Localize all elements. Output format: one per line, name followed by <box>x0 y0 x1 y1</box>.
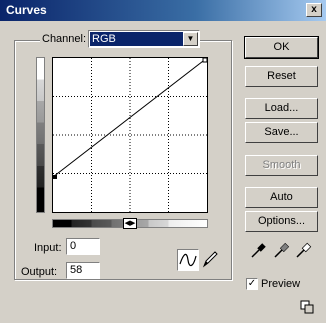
gradient-toggle-icon[interactable]: ◀▶ <box>123 218 137 229</box>
input-label: Input: <box>34 242 62 254</box>
curve-point-start[interactable] <box>53 174 57 179</box>
preview-label: Preview <box>261 278 301 290</box>
load-button[interactable]: Load... <box>245 98 318 119</box>
curve-graph[interactable] <box>52 57 208 213</box>
channel-select[interactable]: RGB ▼ <box>88 30 200 48</box>
channel-label: Channel: <box>40 33 89 45</box>
pencil-icon <box>202 251 218 268</box>
save-button[interactable]: Save... <box>245 122 318 143</box>
chevron-down-icon[interactable]: ▼ <box>183 32 198 46</box>
gray-eyedropper-button[interactable] <box>272 240 292 260</box>
curve-point-end[interactable] <box>202 57 208 63</box>
options-button[interactable]: Options... <box>245 211 318 232</box>
channel-select-value: RGB <box>90 32 184 46</box>
input-field[interactable]: 0 <box>66 238 100 255</box>
expand-graph-button[interactable] <box>300 300 314 314</box>
title-bar: Curves x <box>0 0 326 21</box>
white-eyedropper-button[interactable] <box>294 240 314 260</box>
window-title: Curves <box>6 3 47 17</box>
checkmark-icon: ✓ <box>247 278 257 289</box>
curve-svg <box>52 57 208 212</box>
expand-graph-icon <box>300 300 314 314</box>
reset-button[interactable]: Reset <box>245 66 318 87</box>
white-eyedropper-icon <box>296 242 312 258</box>
curve-line[interactable] <box>52 57 208 178</box>
black-eyedropper-icon <box>251 243 266 258</box>
curve-tool-button[interactable] <box>177 249 199 271</box>
close-button[interactable]: x <box>306 3 322 17</box>
curve-tool-icon <box>179 253 197 267</box>
output-field[interactable]: 58 <box>66 262 100 279</box>
ok-button[interactable]: OK <box>244 36 319 59</box>
output-gradient-bar <box>36 57 45 213</box>
black-eyedropper-button[interactable] <box>249 240 269 260</box>
gray-eyedropper-icon <box>274 242 290 258</box>
pencil-tool-button[interactable] <box>200 249 222 271</box>
preview-checkbox[interactable]: ✓ <box>246 278 258 290</box>
auto-button[interactable]: Auto <box>245 187 318 208</box>
output-label: Output: <box>21 266 58 278</box>
smooth-button: Smooth <box>245 155 318 176</box>
